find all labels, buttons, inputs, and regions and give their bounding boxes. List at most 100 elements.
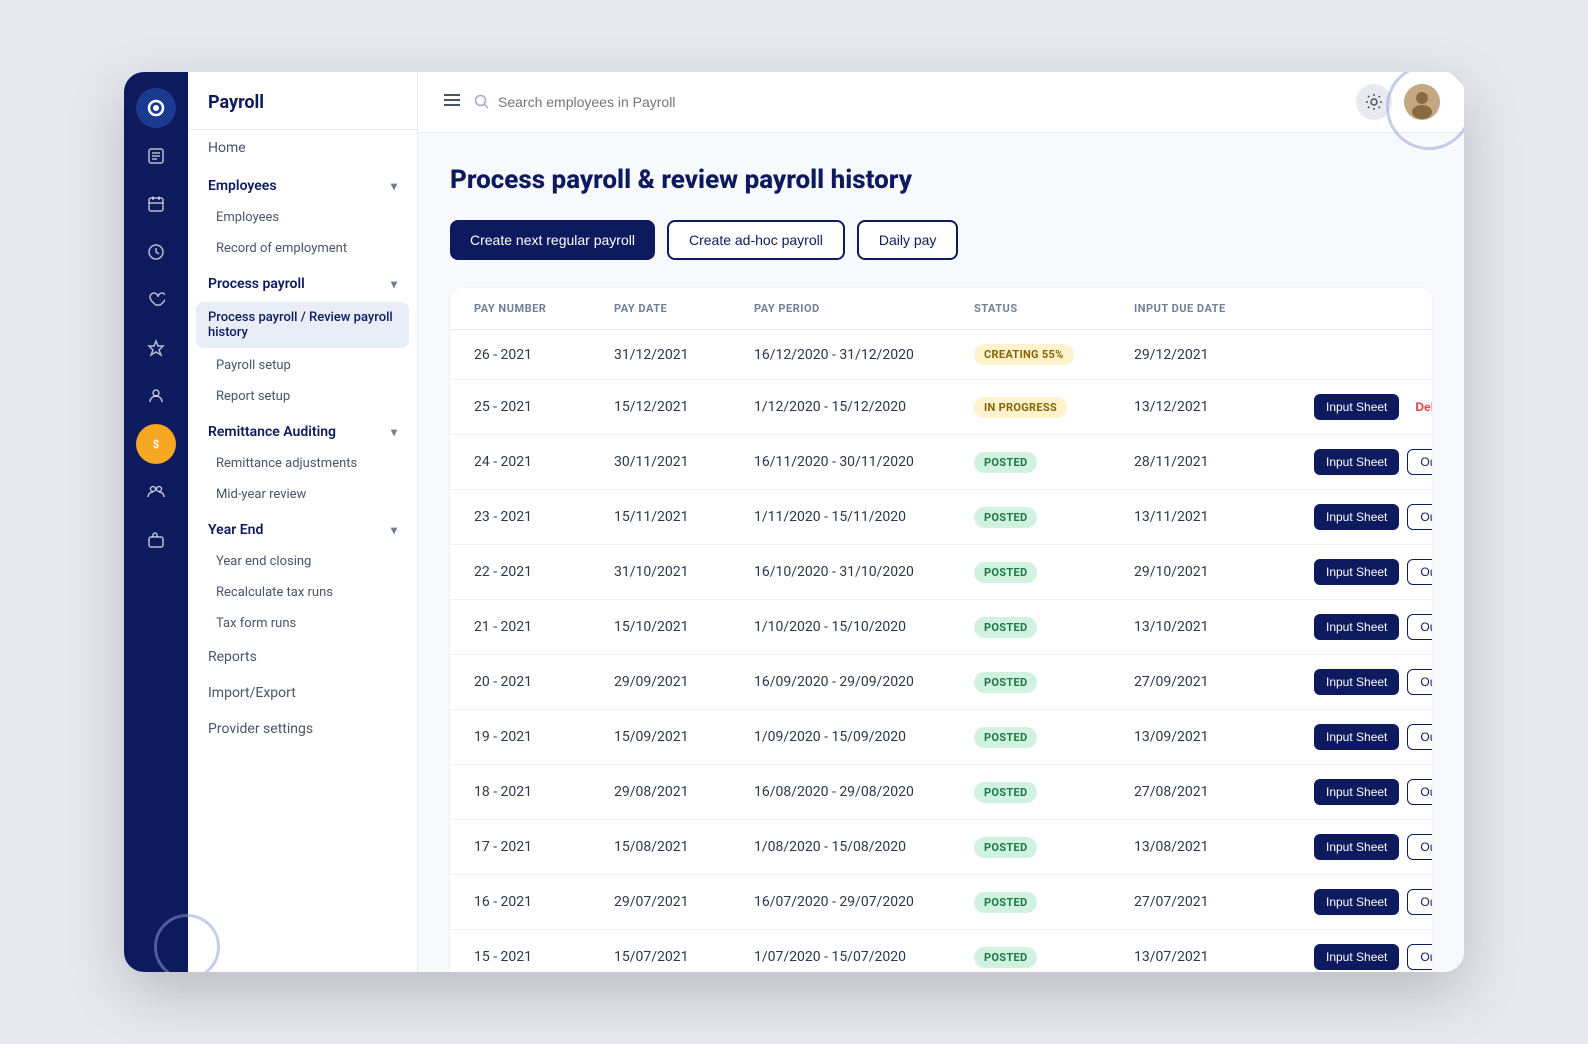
cell-pay-number: 23 - 2021 xyxy=(474,509,614,525)
nav-item-year-end-closing[interactable]: Year end closing xyxy=(188,546,417,577)
chevron-down-icon: ▾ xyxy=(391,179,397,193)
settings-icon[interactable] xyxy=(1356,84,1392,120)
daily-pay-button[interactable]: Daily pay xyxy=(857,220,959,260)
cell-status: POSTED xyxy=(974,892,1134,913)
cell-pay-date: 15/12/2021 xyxy=(614,399,754,415)
cell-pay-period: 1/10/2020 - 15/10/2020 xyxy=(754,619,974,635)
nav-item-remittance-adjustments[interactable]: Remittance adjustments xyxy=(188,448,417,479)
cell-pay-number: 15 - 2021 xyxy=(474,949,614,965)
create-regular-payroll-button[interactable]: Create next regular payroll xyxy=(450,220,655,260)
nav-item-reports[interactable]: Reports xyxy=(188,639,417,675)
nav-item-provider-settings[interactable]: Provider settings xyxy=(188,711,417,747)
header-pay-number: PAY NUMBER xyxy=(474,302,614,315)
cell-actions: Input SheetOutput SheetResults xyxy=(1314,669,1432,695)
cell-pay-period: 16/08/2020 - 29/08/2020 xyxy=(754,784,974,800)
nav-icon-circle[interactable] xyxy=(136,88,176,128)
nav-item-import-export[interactable]: Import/Export xyxy=(188,675,417,711)
nav-section-year-end[interactable]: Year End ▾ xyxy=(188,510,417,546)
row-actions: Input SheetOutput SheetResults xyxy=(1314,449,1432,475)
cell-actions: Input SheetOutput SheetResults xyxy=(1314,449,1432,475)
status-badge: POSTED xyxy=(974,837,1037,858)
nav-title: Payroll xyxy=(188,72,417,130)
input-sheet-button[interactable]: Input Sheet xyxy=(1314,394,1399,420)
output-sheet-button[interactable]: Output Sheet xyxy=(1407,614,1432,640)
cell-pay-period: 16/09/2020 - 29/09/2020 xyxy=(754,674,974,690)
cell-pay-number: 25 - 2021 xyxy=(474,399,614,415)
nav-item-record-employment[interactable]: Record of employment xyxy=(188,233,417,264)
input-sheet-button[interactable]: Input Sheet xyxy=(1314,944,1399,970)
nav-icon-contacts[interactable] xyxy=(136,136,176,176)
nav-icon-person[interactable] xyxy=(136,376,176,416)
cell-actions: Input SheetOutput SheetResults xyxy=(1314,614,1432,640)
table-row: 23 - 2021 15/11/2021 1/11/2020 - 15/11/2… xyxy=(450,490,1432,545)
output-sheet-button[interactable]: Output Sheet xyxy=(1407,889,1432,915)
cell-status: CREATING 55% xyxy=(974,344,1134,365)
search-icon xyxy=(474,94,490,110)
input-sheet-button[interactable]: Input Sheet xyxy=(1314,889,1399,915)
output-sheet-button[interactable]: Output Sheet xyxy=(1407,559,1432,585)
row-actions: Input SheetOutput SheetResults xyxy=(1314,944,1432,970)
output-sheet-button[interactable]: Output Sheet xyxy=(1407,834,1432,860)
nav-icon-heart[interactable] xyxy=(136,280,176,320)
cell-actions: Input SheetOutput SheetResults xyxy=(1314,504,1432,530)
row-actions: Input SheetOutput SheetResults xyxy=(1314,834,1432,860)
search-input[interactable] xyxy=(498,94,798,110)
icon-sidebar: $ xyxy=(124,72,188,972)
nav-item-payroll-setup[interactable]: Payroll setup xyxy=(188,350,417,381)
cell-input-due-date: 13/09/2021 xyxy=(1134,729,1314,745)
create-adhoc-payroll-button[interactable]: Create ad-hoc payroll xyxy=(667,220,845,260)
input-sheet-button[interactable]: Input Sheet xyxy=(1314,614,1399,640)
row-actions: Input SheetOutput SheetResults xyxy=(1314,504,1432,530)
nav-icon-star[interactable] xyxy=(136,328,176,368)
output-sheet-button[interactable]: Output Sheet xyxy=(1407,449,1432,475)
nav-icon-clock[interactable] xyxy=(136,232,176,272)
cell-actions: Input SheetOutput SheetResults xyxy=(1314,559,1432,585)
menu-icon[interactable] xyxy=(442,90,462,115)
cell-input-due-date: 29/10/2021 xyxy=(1134,564,1314,580)
input-sheet-button[interactable]: Input Sheet xyxy=(1314,669,1399,695)
input-sheet-button[interactable]: Input Sheet xyxy=(1314,779,1399,805)
nav-item-report-setup[interactable]: Report setup xyxy=(188,381,417,412)
nav-icon-dollar[interactable]: $ xyxy=(136,424,176,464)
nav-section-remittance[interactable]: Remittance Auditing ▾ xyxy=(188,412,417,448)
delete-button[interactable]: Delete xyxy=(1407,395,1432,419)
cell-actions: Input SheetOutput SheetResults xyxy=(1314,944,1432,970)
cell-status: POSTED xyxy=(974,452,1134,473)
payroll-table: PAY NUMBER PAY DATE PAY PERIOD STATUS IN… xyxy=(450,288,1432,972)
nav-icon-calendar[interactable] xyxy=(136,184,176,224)
cell-status: POSTED xyxy=(974,837,1134,858)
input-sheet-button[interactable]: Input Sheet xyxy=(1314,834,1399,860)
cell-pay-period: 1/09/2020 - 15/09/2020 xyxy=(754,729,974,745)
cell-pay-period: 1/07/2020 - 15/07/2020 xyxy=(754,949,974,965)
input-sheet-button[interactable]: Input Sheet xyxy=(1314,504,1399,530)
output-sheet-button[interactable]: Output Sheet xyxy=(1407,944,1432,970)
output-sheet-button[interactable]: Output Sheet xyxy=(1407,504,1432,530)
nav-section-employees[interactable]: Employees ▾ xyxy=(188,166,417,202)
svg-text:$: $ xyxy=(153,438,159,451)
cell-pay-period: 16/11/2020 - 30/11/2020 xyxy=(754,454,974,470)
status-badge: POSTED xyxy=(974,892,1037,913)
nav-section-process-payroll[interactable]: Process payroll ▾ xyxy=(188,264,417,300)
nav-icon-briefcase[interactable] xyxy=(136,520,176,560)
nav-item-mid-year-review[interactable]: Mid-year review xyxy=(188,479,417,510)
cell-pay-period: 1/12/2020 - 15/12/2020 xyxy=(754,399,974,415)
cell-pay-number: 17 - 2021 xyxy=(474,839,614,855)
cell-pay-date: 29/08/2021 xyxy=(614,784,754,800)
nav-item-process-payroll-review[interactable]: Process payroll / Review payroll history xyxy=(196,302,409,348)
nav-icon-team[interactable] xyxy=(136,472,176,512)
user-avatar[interactable] xyxy=(1404,84,1440,120)
input-sheet-button[interactable]: Input Sheet xyxy=(1314,449,1399,475)
status-badge: CREATING 55% xyxy=(974,344,1074,365)
nav-item-recalculate-tax[interactable]: Recalculate tax runs xyxy=(188,577,417,608)
nav-home[interactable]: Home xyxy=(188,130,417,166)
topbar xyxy=(418,72,1464,133)
nav-item-tax-form-runs[interactable]: Tax form runs xyxy=(188,608,417,639)
output-sheet-button[interactable]: Output Sheet xyxy=(1407,669,1432,695)
input-sheet-button[interactable]: Input Sheet xyxy=(1314,559,1399,585)
cell-pay-date: 30/11/2021 xyxy=(614,454,754,470)
table-row: 22 - 2021 31/10/2021 16/10/2020 - 31/10/… xyxy=(450,545,1432,600)
input-sheet-button[interactable]: Input Sheet xyxy=(1314,724,1399,750)
output-sheet-button[interactable]: Output Sheet xyxy=(1407,779,1432,805)
nav-item-employees[interactable]: Employees xyxy=(188,202,417,233)
output-sheet-button[interactable]: Output Sheet xyxy=(1407,724,1432,750)
